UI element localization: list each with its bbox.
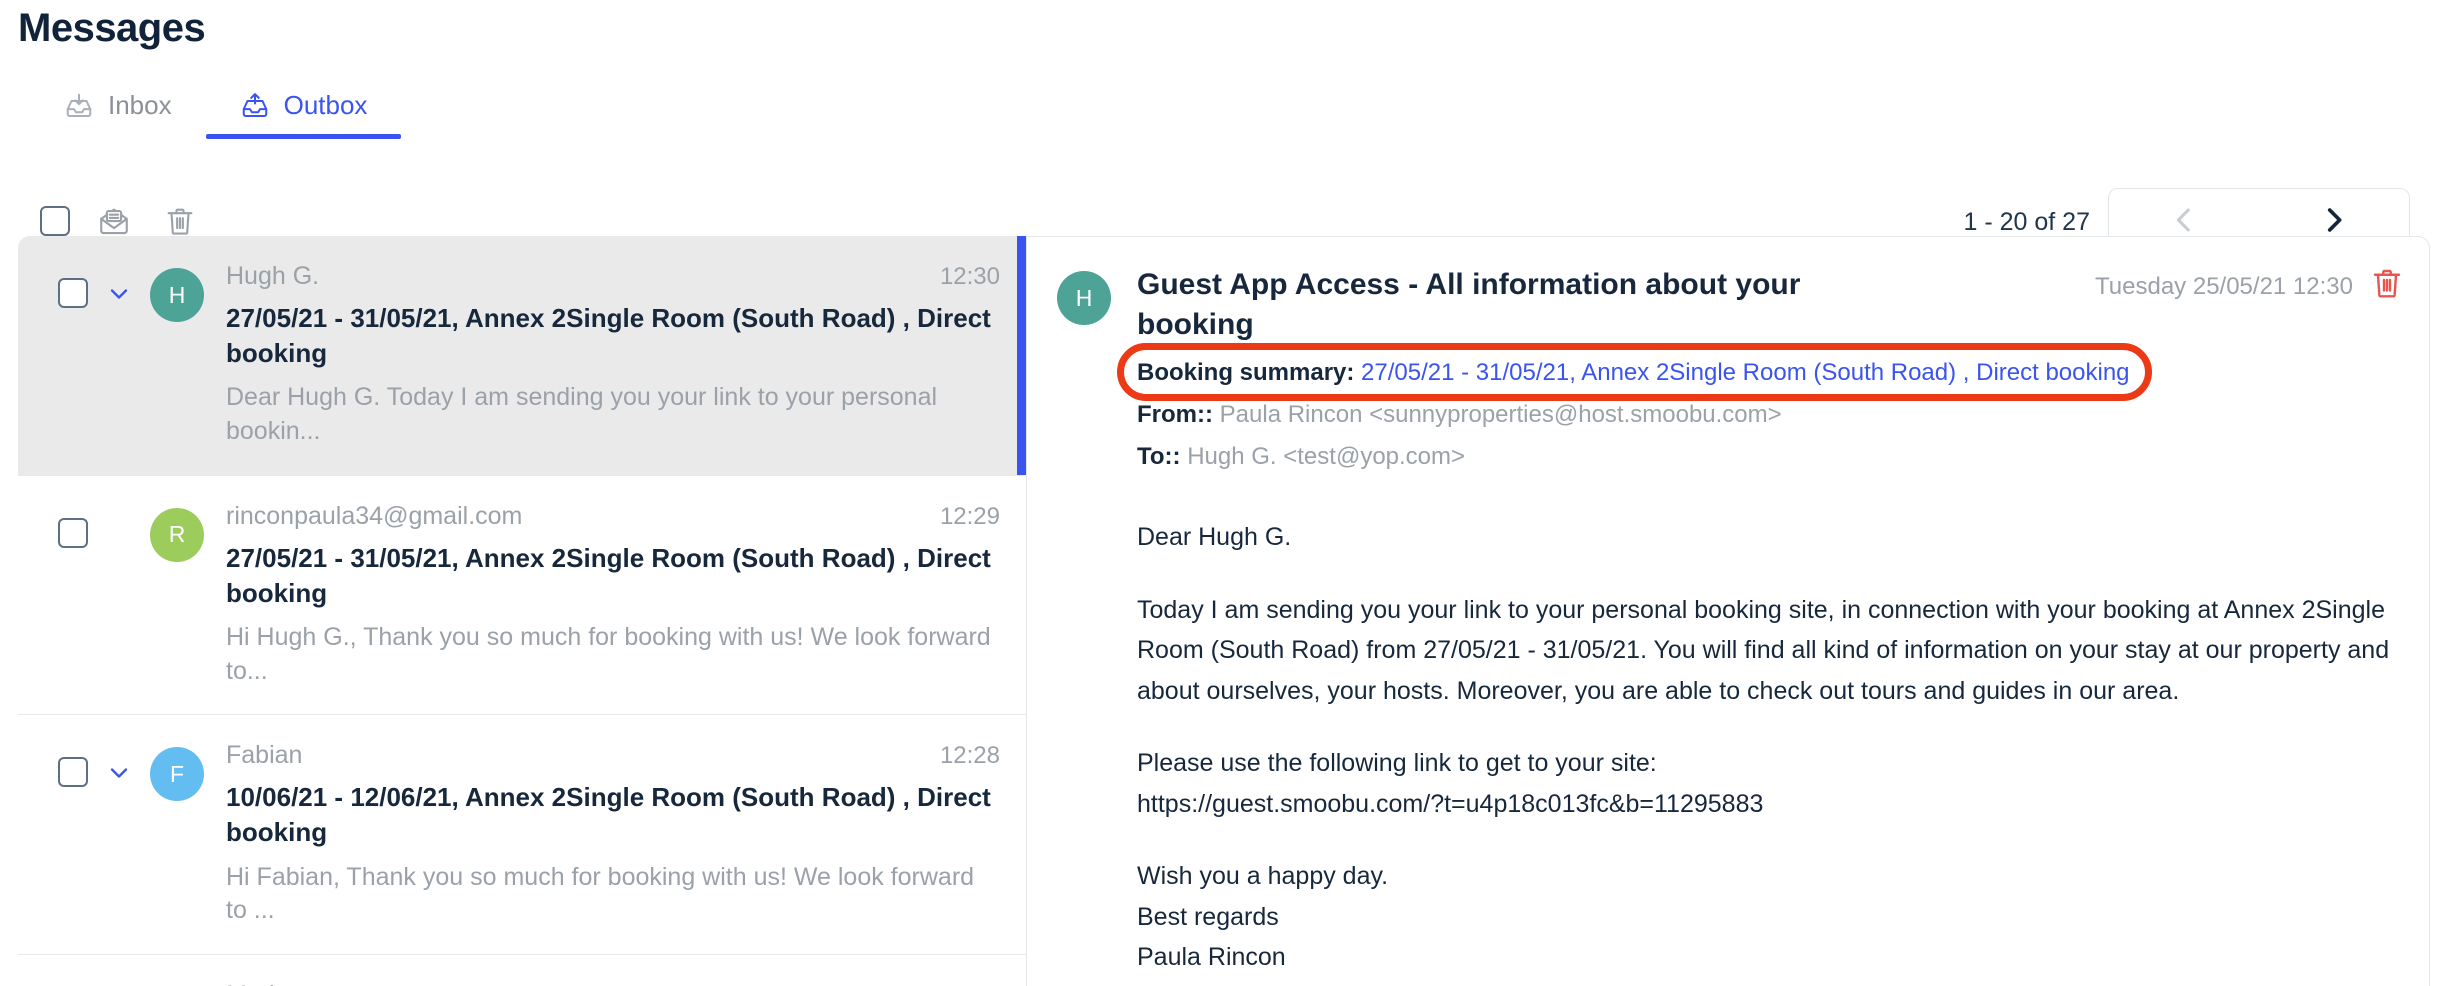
avatar: F bbox=[150, 747, 204, 802]
pagination-count: 1 - 20 of 27 bbox=[1963, 208, 2090, 236]
list-item[interactable]: R rinconpaula34@gmail.com 12:29 27/05/21… bbox=[18, 475, 1026, 716]
message-checkbox[interactable] bbox=[58, 278, 88, 308]
message-detail-panel: H Guest App Access - All information abo… bbox=[1026, 236, 2430, 986]
message-body: rinconpaula34@gmail.com 12:29 27/05/21 -… bbox=[226, 502, 1000, 689]
body-link-url[interactable]: https://guest.smoobu.com/?t=u4p18c013fc&… bbox=[1137, 784, 2399, 825]
to-label: To:: bbox=[1137, 443, 1181, 471]
detail-header: H Guest App Access - All information abo… bbox=[1027, 237, 2429, 345]
body-link-intro: Please use the following link to get to … bbox=[1137, 749, 1657, 778]
message-preview: Dear Hugh G. Today I am sending you your… bbox=[226, 383, 938, 445]
chevron-down-icon bbox=[110, 289, 128, 299]
from-value: Paula Rincon <sunnyproperties@host.smoob… bbox=[1219, 401, 1782, 429]
body-paragraph-1: Today I am sending you your link to your… bbox=[1137, 595, 2390, 705]
message-sender: Marianne bbox=[226, 981, 330, 986]
message-time: 12:28 bbox=[939, 742, 1000, 770]
booking-summary-highlighted: Booking summary: 27/05/21 - 31/05/21, An… bbox=[1117, 343, 2152, 402]
message-body: Marianne 12:17 bbox=[226, 981, 1000, 986]
message-subject: 27/05/21 - 31/05/21, Annex 2Single Room … bbox=[226, 303, 991, 369]
detail-subject: Guest App Access - All information about… bbox=[1137, 268, 1801, 342]
select-all-checkbox[interactable] bbox=[40, 206, 70, 236]
detail-body: Dear Hugh G. Today I am sending you your… bbox=[1027, 517, 2429, 978]
from-row: From:: Paula Rincon <sunnyproperties@hos… bbox=[1137, 401, 2399, 429]
tab-outbox[interactable]: Outbox bbox=[205, 82, 402, 139]
message-subject: 27/05/21 - 31/05/21, Annex 2Single Room … bbox=[226, 542, 991, 608]
tab-outbox-label: Outbox bbox=[283, 90, 368, 120]
outbox-icon bbox=[240, 91, 270, 121]
booking-summary-label: Booking summary: bbox=[1137, 359, 1355, 387]
message-subject: 10/06/21 - 12/06/21, Annex 2Single Room … bbox=[226, 782, 991, 848]
message-sender: rinconpaula34@gmail.com bbox=[226, 501, 523, 530]
page-title: Messages bbox=[18, 6, 206, 50]
chevron-down-icon bbox=[110, 768, 128, 779]
message-checkbox[interactable] bbox=[58, 757, 88, 788]
detail-timestamp: Tuesday 25/05/21 12:30 bbox=[2095, 273, 2353, 300]
detail-meta: Booking summary: 27/05/21 - 31/05/21, An… bbox=[1027, 343, 2429, 471]
expand-toggle[interactable] bbox=[88, 280, 150, 308]
inbox-icon bbox=[64, 91, 94, 121]
list-item[interactable]: H Hugh G. 12:30 27/05/21 - 31/05/21, Ann… bbox=[18, 236, 1026, 476]
envelope-icon[interactable] bbox=[97, 204, 131, 238]
messages-page: Messages Inbox Outbox 1 - 20 of 27 H Hug… bbox=[0, 0, 2448, 986]
list-item[interactable]: F Fabian 12:28 10/06/21 - 12/06/21, Anne… bbox=[18, 715, 1026, 956]
message-sender: Hugh G. bbox=[226, 262, 320, 290]
avatar: H bbox=[150, 268, 204, 322]
message-sender: Fabian bbox=[226, 741, 303, 770]
message-body: Hugh G. 12:30 27/05/21 - 31/05/21, Annex… bbox=[226, 262, 1000, 449]
booking-summary-link[interactable]: 27/05/21 - 31/05/21, Annex 2Single Room … bbox=[1361, 359, 2129, 386]
tab-bar: Inbox Outbox bbox=[30, 82, 402, 139]
body-greeting: Dear Hugh G. bbox=[1137, 523, 1292, 552]
message-list[interactable]: H Hugh G. 12:30 27/05/21 - 31/05/21, Ann… bbox=[18, 236, 1026, 986]
tab-inbox-label: Inbox bbox=[108, 90, 172, 120]
list-item[interactable]: M Marianne 12:17 bbox=[18, 955, 1026, 986]
tab-inbox[interactable]: Inbox bbox=[30, 82, 206, 139]
expand-toggle[interactable] bbox=[88, 759, 150, 787]
message-time: 12:17 bbox=[922, 982, 1000, 986]
trash-icon[interactable] bbox=[163, 204, 197, 238]
avatar: R bbox=[150, 507, 204, 562]
body-closing-2: Best regards bbox=[1137, 902, 1279, 931]
trash-icon[interactable] bbox=[2369, 265, 2405, 301]
messages-content: H Hugh G. 12:30 27/05/21 - 31/05/21, Ann… bbox=[0, 236, 2448, 986]
message-preview: Hi Hugh G., Thank you so much for bookin… bbox=[226, 622, 991, 685]
message-time: 12:29 bbox=[939, 502, 1000, 530]
message-preview: Hi Fabian, Thank you so much for booking… bbox=[226, 862, 975, 925]
message-body: Fabian 12:28 10/06/21 - 12/06/21, Annex … bbox=[226, 741, 1000, 928]
to-value: Hugh G. <test@yop.com> bbox=[1187, 443, 1466, 471]
body-closing-1: Wish you a happy day. bbox=[1137, 862, 1389, 891]
avatar: H bbox=[1057, 271, 1111, 325]
booking-summary-row: Booking summary: 27/05/21 - 31/05/21, An… bbox=[1117, 343, 2399, 402]
from-label: From:: bbox=[1137, 401, 1213, 429]
message-time: 12:30 bbox=[939, 263, 1000, 290]
body-signature: Paula Rincon bbox=[1137, 943, 1286, 972]
to-row: To:: Hugh G. <test@yop.com> bbox=[1137, 443, 2399, 471]
list-toolbar: 1 - 20 of 27 bbox=[0, 176, 2448, 256]
message-checkbox[interactable] bbox=[58, 517, 88, 548]
